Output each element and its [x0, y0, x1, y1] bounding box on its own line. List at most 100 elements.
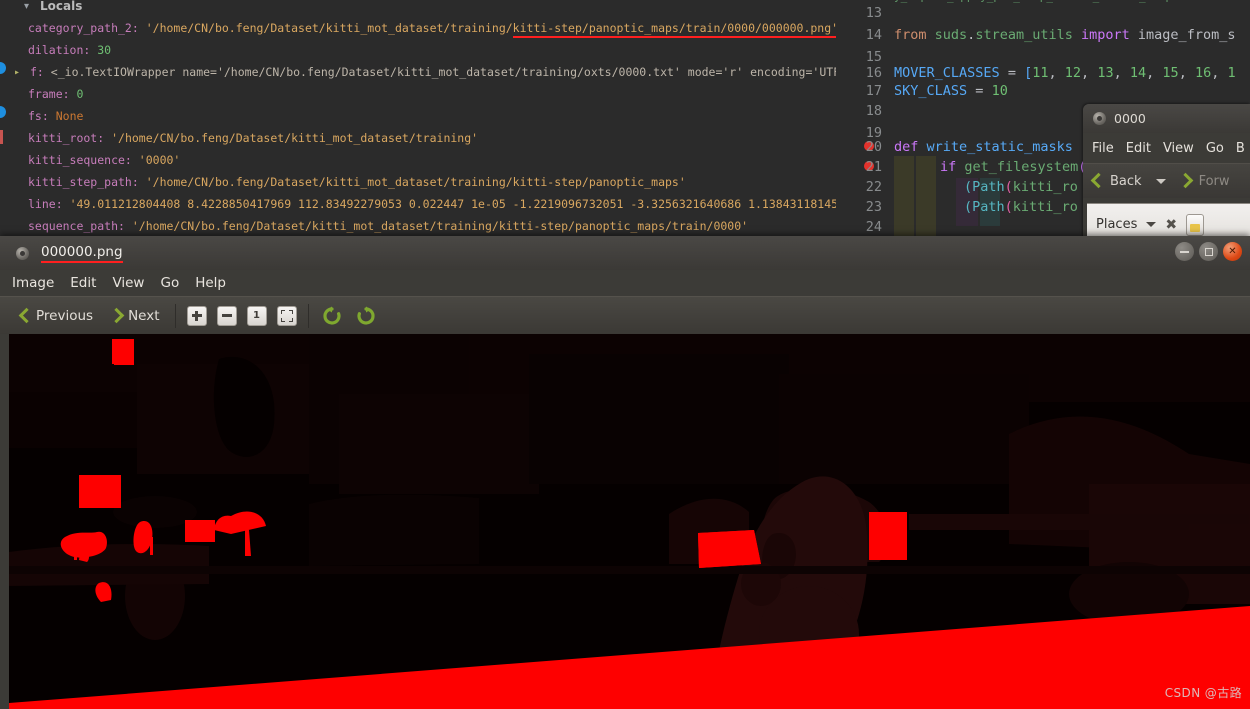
variable-name: kitti_root: [28, 131, 105, 145]
back-arrow-icon[interactable] [1091, 173, 1102, 189]
places-dropdown-label[interactable]: Places [1096, 217, 1137, 232]
variable-name: kitti_step_path: [28, 175, 139, 189]
variable-name: f: [30, 65, 44, 79]
file-manager-title: 0000 [1114, 111, 1146, 126]
file-manager-titlebar[interactable]: 0000 [1083, 104, 1250, 133]
maximize-button[interactable] [1199, 242, 1218, 261]
indent-guide-block [894, 226, 914, 236]
code-line-14[interactable]: from suds.stream_utils import image_from… [894, 24, 1235, 46]
variable-row-dilation[interactable]: dilation: 30 [0, 39, 111, 61]
variable-value: '0000' [138, 153, 181, 167]
line-number: 18 [865, 103, 882, 119]
chevron-right-icon[interactable]: ▸ [14, 62, 26, 84]
image-viewer-titlebar[interactable]: 000000.png ✕ [0, 236, 1250, 270]
indent-guide-block [916, 156, 936, 226]
variable-value-prefix: '/home/CN/bo.feng/Dataset/kitti_mot_data… [145, 21, 513, 35]
menu-go[interactable]: Go [160, 275, 179, 291]
code-line-20[interactable]: def write_static_masks [894, 136, 1073, 158]
code-line-17[interactable]: SKY_CLASS = 10 [894, 80, 1008, 102]
variable-value: 30 [97, 43, 112, 57]
window-menu-icon[interactable] [16, 246, 29, 260]
code-line-23[interactable]: (Path(kitti_ro [964, 196, 1078, 218]
menu-view[interactable]: View [1163, 141, 1194, 156]
line-number: 23 [865, 199, 882, 215]
variable-row-sequence-path[interactable]: sequence_path: '/home/CN/bo.feng/Dataset… [0, 215, 748, 236]
previous-arrow-icon [19, 308, 30, 324]
menu-image[interactable]: Image [12, 275, 54, 291]
previous-button[interactable]: Previous [10, 301, 102, 331]
indent-guide-block [916, 226, 936, 236]
line-number: 21 [865, 159, 882, 175]
variable-row-category-path-2[interactable]: category_path_2: '/home/CN/bo.feng/Datas… [0, 17, 836, 39]
best-fit-icon[interactable] [276, 305, 297, 326]
zoom-in-icon[interactable] [186, 305, 207, 326]
line-number: 17 [865, 83, 882, 99]
image-viewer-window[interactable]: 000000.png ✕ Image Edit View Go Help Pre… [0, 236, 1250, 709]
normal-size-icon[interactable]: 1 [246, 305, 267, 326]
folder-icon-button[interactable] [1186, 213, 1205, 236]
minimize-button[interactable] [1175, 242, 1194, 261]
variable-value: '49.011212804408 8.4228850417969 112.834… [69, 197, 836, 211]
variable-row-kitti-sequence[interactable]: kitti_sequence: '0000' [0, 149, 180, 171]
variable-name: category_path_2: [28, 21, 139, 35]
watermark-text: CSDN @古路 [1164, 686, 1242, 700]
variable-value: 0 [76, 87, 84, 101]
line-number: 24 [865, 219, 882, 235]
variable-value: '/home/CN/bo.feng/Dataset/kitti_mot_data… [111, 131, 479, 145]
image-viewer-toolbar[interactable]: Previous Next 1 [0, 296, 1250, 334]
menu-go[interactable]: Go [1206, 141, 1224, 156]
forward-button-label[interactable]: Forw [1199, 174, 1230, 189]
file-manager-window[interactable]: 0000 File Edit View Go B Back Forw Place… [1083, 104, 1250, 245]
code-line-22[interactable]: (Path(kitti_ro [964, 176, 1078, 198]
segmentation-image[interactable]: CSDN @古路 [9, 334, 1250, 709]
variable-value: '/home/CN/bo.feng/Dataset/kitti_mot_data… [145, 175, 686, 189]
variable-row-line[interactable]: line: '49.011212804408 8.4228850417969 1… [0, 193, 836, 215]
chevron-down-icon: ▾ [24, 1, 30, 12]
forward-arrow-icon[interactable] [1180, 173, 1191, 189]
variable-row-kitti-step-path[interactable]: kitti_step_path: '/home/CN/bo.feng/Datas… [0, 171, 686, 193]
chevron-down-icon[interactable] [1146, 222, 1157, 227]
close-sidebar-icon[interactable]: ✖ [1165, 217, 1177, 233]
locals-section-header[interactable]: ▾ Locals [0, 0, 82, 17]
variable-row-f[interactable]: ▸ f: <_io.TextIOWrapper name='/home/CN/bo… [0, 61, 836, 83]
image-viewer-menubar[interactable]: Image Edit View Go Help [0, 270, 1250, 296]
back-button-label[interactable]: Back [1110, 174, 1142, 189]
next-button[interactable]: Next [102, 301, 168, 331]
variable-name: dilation: [28, 43, 91, 57]
variable-name: frame: [28, 87, 70, 101]
normal-size-label: 1 [253, 310, 260, 321]
rotate-clockwise-icon[interactable] [355, 305, 377, 327]
toolbar-separator [307, 303, 309, 328]
variable-row-frame[interactable]: frame: 0 [0, 83, 83, 105]
window-menu-icon[interactable] [1093, 112, 1106, 125]
menu-bookmarks[interactable]: B [1236, 141, 1245, 156]
variable-name: kitti_sequence: [28, 153, 132, 167]
window-controls[interactable]: ✕ [1175, 242, 1242, 261]
variable-row-fs[interactable]: fs: None [0, 105, 83, 127]
file-manager-menubar[interactable]: File Edit View Go B [1083, 133, 1250, 163]
menu-edit[interactable]: Edit [70, 275, 96, 291]
line-number: 22 [865, 179, 882, 195]
menu-help[interactable]: Help [195, 275, 226, 291]
variable-name: sequence_path: [28, 219, 125, 233]
menu-edit[interactable]: Edit [1126, 141, 1151, 156]
menu-file[interactable]: File [1092, 141, 1114, 156]
line-number: 14 [865, 27, 882, 43]
close-button[interactable]: ✕ [1223, 242, 1242, 261]
indent-guide-block [894, 156, 914, 226]
image-viewer-title: 000000.png [41, 244, 123, 263]
code-line-21[interactable]: if get_filesystem( [940, 156, 1086, 178]
zoom-out-icon[interactable] [216, 305, 237, 326]
next-arrow-icon [111, 308, 122, 324]
chevron-down-icon[interactable] [1155, 178, 1166, 184]
line-number: 13 [865, 5, 882, 21]
variable-value-underlined: kitti-step/panoptic_maps/train/0000/0000… [512, 21, 836, 38]
file-manager-toolbar[interactable]: Back Forw [1083, 163, 1250, 198]
menu-view[interactable]: View [112, 275, 144, 291]
code-line-partial-top: y_import_apply_pad_crop_resize_center_cr… [894, 0, 1172, 8]
previous-label: Previous [36, 307, 94, 324]
variable-name: fs: [28, 109, 49, 123]
debugger-variables-panel[interactable]: ▾ Locals category_path_2: '/home/CN/bo.fe… [0, 0, 836, 236]
variable-row-kitti-root[interactable]: kitti_root: '/home/CN/bo.feng/Dataset/ki… [0, 127, 478, 149]
rotate-counterclockwise-icon[interactable] [321, 305, 343, 327]
